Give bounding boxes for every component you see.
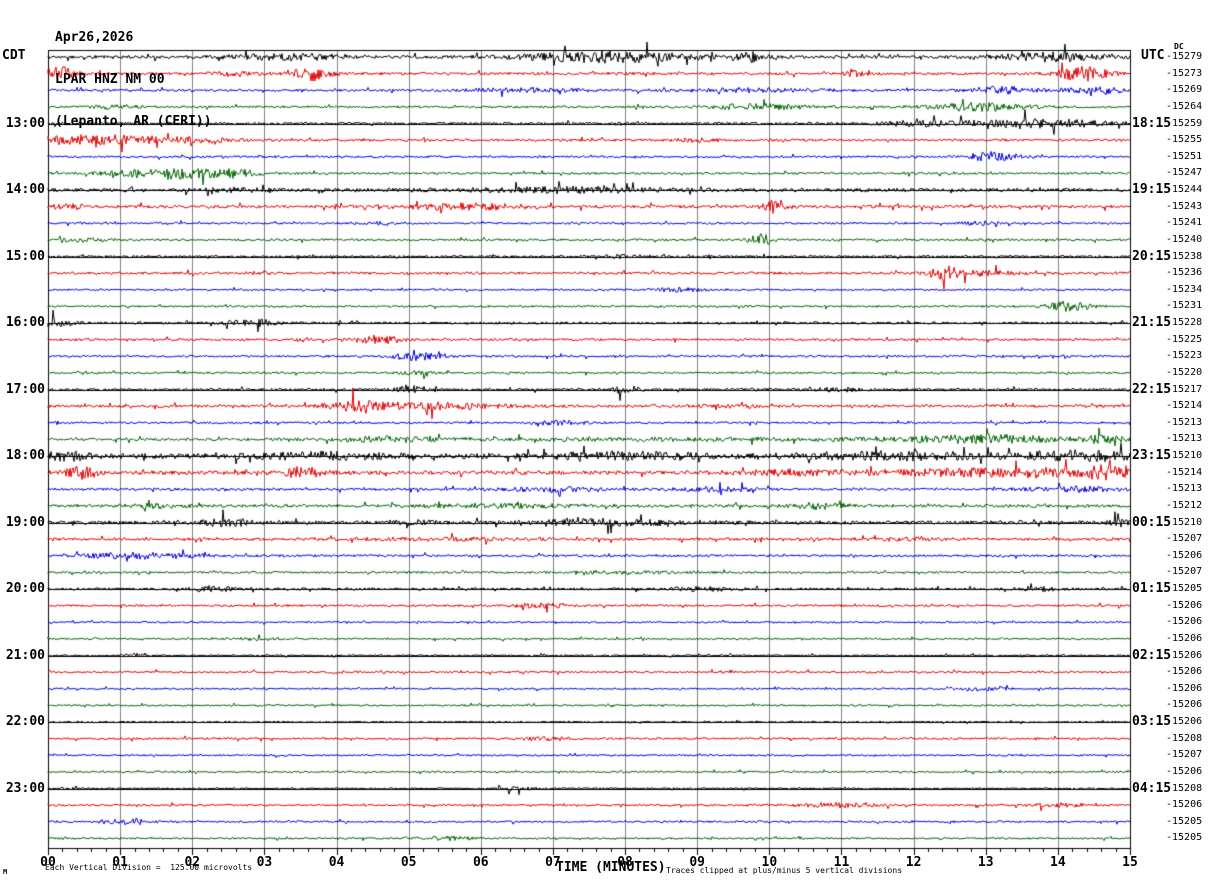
x-tick-label: 14 (1050, 855, 1066, 870)
right-timezone-label: UTC (1141, 48, 1165, 63)
dc-offset-value: -15244 (1166, 184, 1203, 195)
dc-offset-value: -15217 (1166, 383, 1203, 395)
helicorder-page: Apr26,2026 LPAR HNZ NM 00 (Lepanto, AR (… (0, 0, 1210, 886)
dc-offset-value: -15205 (1166, 832, 1203, 844)
dc-offset-value: -15208 (1166, 782, 1203, 794)
dc-offset-value: -15240 (1166, 233, 1203, 245)
dc-offset-value: -15207 (1166, 533, 1203, 545)
dc-offset-value: -15225 (1166, 333, 1203, 345)
left-time-label: 22:00 (5, 714, 45, 729)
dc-offset-value: -15264 (1166, 100, 1203, 112)
dc-offset-value: -15205 (1166, 583, 1203, 594)
x-tick-label: 03 (256, 855, 273, 870)
left-time-label: 14:00 (5, 182, 45, 197)
dc-offset-value: -15207 (1166, 566, 1203, 578)
dc-offset-value: -15206 (1166, 632, 1203, 644)
dc-offset-value: -15255 (1166, 134, 1203, 146)
dc-offset-value: -15273 (1166, 67, 1203, 79)
dc-offset-value: -15206 (1166, 616, 1203, 628)
dc-offset-value: -15269 (1166, 84, 1203, 96)
x-tick-label: 06 (472, 855, 489, 870)
x-tick-label: 13 (977, 855, 994, 870)
plot-header: Apr26,2026 LPAR HNZ NM 00 (Lepanto, AR (… (55, 3, 212, 157)
header-station: LPAR HNZ NM 00 (55, 72, 165, 87)
left-timezone-label: CDT (2, 48, 26, 63)
dc-offset-value: -15206 (1166, 666, 1203, 678)
dc-offset-value: -15214 (1166, 466, 1203, 478)
dc-offset-value: -15213 (1166, 483, 1203, 495)
header-location: (Lepanto, AR (CERI)) (55, 114, 212, 129)
dc-offset-value: -15206 (1166, 549, 1203, 561)
dc-offset-value: -15206 (1166, 599, 1203, 611)
dc-offset-value: -15208 (1166, 732, 1203, 744)
x-axis-title: TIME (MINUTES) (556, 860, 666, 875)
dc-offset-value: -15206 (1166, 649, 1203, 661)
dc-label: DC (1174, 42, 1184, 51)
x-tick-label: 04 (328, 855, 345, 870)
dc-offset-value: -15251 (1166, 150, 1203, 162)
dc-offset-value: -15206 (1166, 699, 1203, 711)
dc-offset-value: -15213 (1166, 416, 1203, 428)
dc-offset-value: -15210 (1166, 516, 1203, 528)
dc-offset-value: -15279 (1166, 51, 1203, 62)
dc-offset-value: -15207 (1166, 749, 1203, 761)
x-tick-label: 12 (905, 855, 922, 870)
x-tick-label: 15 (1122, 855, 1138, 870)
dc-offset-value: -15206 (1166, 682, 1203, 694)
dc-offset-value: -15236 (1166, 267, 1203, 279)
dc-offset-value: -15214 (1166, 400, 1203, 412)
corner-mark: M (3, 868, 8, 876)
dc-offset-value: -15259 (1166, 117, 1203, 129)
dc-offset-value: -15247 (1166, 167, 1203, 179)
clip-note: Traces clipped at plus/minus 5 vertical … (666, 866, 903, 875)
left-time-label: 18:00 (5, 448, 45, 463)
dc-offset-value: -15241 (1166, 217, 1203, 229)
dc-offset-value: -15210 (1166, 450, 1203, 461)
dc-offset-value: -15243 (1166, 200, 1203, 212)
dc-offset-value: -15206 (1166, 765, 1203, 777)
left-time-label: 23:00 (5, 780, 45, 796)
dc-offset-value: -15206 (1166, 716, 1203, 727)
header-date: Apr26,2026 (55, 30, 134, 45)
dc-offset-value: -15213 (1166, 433, 1203, 445)
dc-offset-value: -15220 (1166, 366, 1203, 378)
dc-offset-value: -15223 (1166, 350, 1203, 362)
dc-offset-value: -15205 (1166, 815, 1203, 827)
dc-offset-value: -15212 (1166, 499, 1203, 511)
dc-offset-value: -15206 (1166, 799, 1203, 811)
left-time-label: 20:00 (5, 581, 45, 596)
dc-offset-value: -15231 (1166, 300, 1203, 312)
left-time-label: 13:00 (5, 115, 45, 131)
dc-offset-value: -15238 (1166, 250, 1203, 262)
left-time-label: 15:00 (5, 248, 45, 264)
x-tick-label: 05 (400, 855, 417, 870)
dc-offset-value: -15234 (1166, 283, 1203, 295)
vertical-division-note: Each Vertical Division = 125.00 microvol… (45, 863, 253, 872)
left-time-label: 17:00 (5, 381, 45, 397)
left-time-label: 16:00 (5, 315, 45, 330)
left-time-label: 19:00 (5, 514, 45, 530)
left-time-label: 21:00 (5, 647, 45, 663)
dc-offset-value: -15228 (1166, 317, 1203, 328)
